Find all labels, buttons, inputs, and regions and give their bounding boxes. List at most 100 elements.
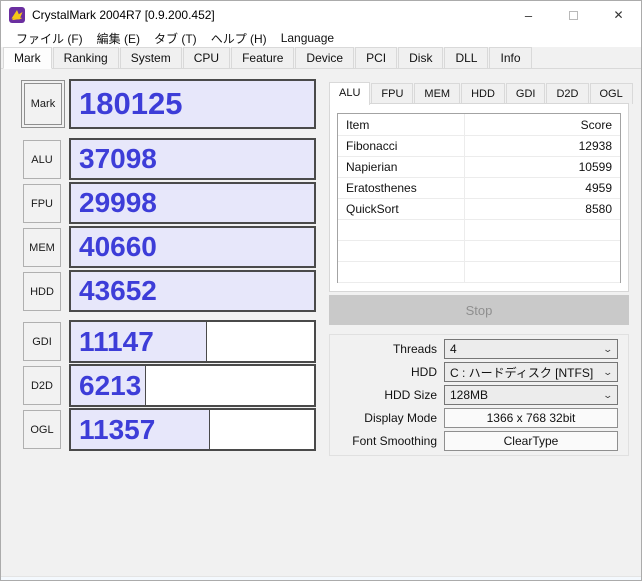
threads-row: Threads 4 ⌄: [332, 339, 618, 359]
table-row-empty: [338, 262, 620, 283]
threads-label: Threads: [392, 342, 437, 356]
tab-ranking[interactable]: Ranking: [52, 47, 119, 68]
detail-tab-strip: ALU FPU MEM HDD GDI D2D OGL: [329, 81, 634, 105]
detail-tab-ogl[interactable]: OGL: [589, 83, 633, 104]
table-row: QuickSort 8580: [338, 199, 620, 220]
score-box-alu: 37098: [69, 138, 316, 180]
tab-feature[interactable]: Feature: [231, 47, 295, 68]
score-box-d2d: 6213: [69, 364, 316, 407]
hdd-size-select[interactable]: 128MB ⌄: [444, 385, 618, 405]
score-box-hdd: 43652: [69, 270, 316, 312]
maximize-icon[interactable]: [551, 1, 596, 29]
tab-device[interactable]: Device: [295, 47, 355, 68]
close-icon[interactable]: ✕: [596, 1, 641, 29]
run-gdi-button[interactable]: GDI: [23, 322, 61, 361]
tab-pci[interactable]: PCI: [355, 47, 398, 68]
hdd-select[interactable]: C : ハードディスク [NTFS] ⌄: [444, 362, 618, 382]
tab-disk[interactable]: Disk: [398, 47, 444, 68]
settings-panel: Threads 4 ⌄ HDD C : ハードディスク [NTFS] ⌄ HDD…: [329, 334, 629, 456]
chevron-down-icon: ⌄: [602, 343, 614, 354]
result-table: Item Score Fibonacci 12938 Napierian 105…: [337, 113, 621, 283]
menu-help[interactable]: ヘルプ (H): [204, 30, 274, 47]
score-box-mark: 180125: [69, 79, 316, 129]
table-row-empty: [338, 220, 620, 241]
table-cell-item: Napierian: [338, 157, 465, 177]
hdd-size-row: HDD Size 128MB ⌄: [332, 385, 618, 405]
tab-mark[interactable]: Mark: [3, 47, 52, 69]
run-alu-button[interactable]: ALU: [23, 140, 61, 179]
score-value-alu: 37098: [79, 143, 157, 174]
window-title: CrystalMark 2004R7 [0.9.200.452]: [32, 8, 215, 22]
score-value-fpu: 29998: [79, 187, 157, 218]
table-row-empty: [338, 241, 620, 262]
hdd-label: HDD: [411, 365, 437, 379]
hdd-size-value: 128MB: [450, 388, 489, 402]
score-box-mem: 40660: [69, 226, 316, 268]
detail-tab-fpu[interactable]: FPU: [371, 83, 414, 104]
detail-tab-alu[interactable]: ALU: [329, 82, 371, 105]
run-ogl-button[interactable]: OGL: [23, 410, 61, 449]
detail-tab-d2d[interactable]: D2D: [546, 83, 589, 104]
run-d2d-button[interactable]: D2D: [23, 366, 61, 405]
table-row: Eratosthenes 4959: [338, 178, 620, 199]
run-fpu-button[interactable]: FPU: [23, 184, 61, 223]
window-controls: – ✕: [506, 1, 641, 29]
run-mark-button-label: Mark: [24, 83, 62, 125]
detail-tab-hdd[interactable]: HDD: [461, 83, 505, 104]
column-header-score: Score: [580, 117, 612, 132]
display-mode-label: Display Mode: [364, 411, 437, 425]
font-smoothing-row: Font Smoothing ClearType: [332, 431, 618, 451]
tab-info[interactable]: Info: [489, 47, 532, 68]
chevron-down-icon: ⌄: [602, 366, 614, 377]
run-hdd-button[interactable]: HDD: [23, 272, 61, 311]
menu-language[interactable]: Language: [274, 31, 341, 45]
table-row: Fibonacci 12938: [338, 136, 620, 157]
app-window: CrystalMark 2004R7 [0.9.200.452] – ✕ ファイ…: [0, 0, 642, 581]
table-cell-score: 4959: [585, 181, 612, 195]
table-cell-item: Eratosthenes: [338, 178, 465, 198]
table-cell-score: 12938: [578, 139, 612, 153]
menu-tab[interactable]: タブ (T): [147, 30, 204, 47]
table-row: Napierian 10599: [338, 157, 620, 178]
tab-system[interactable]: System: [119, 47, 182, 68]
font-smoothing-value: ClearType: [444, 431, 618, 451]
tab-dll[interactable]: DLL: [444, 47, 489, 68]
menu-edit[interactable]: 編集 (E): [90, 30, 147, 47]
score-value-d2d: 6213: [79, 369, 142, 401]
window-bottom-edge: [1, 576, 641, 580]
display-mode-value: 1366 x 768 32bit: [444, 408, 618, 428]
table-cell-item: Fibonacci: [338, 136, 465, 156]
score-value-mark: 180125: [79, 86, 183, 121]
minimize-icon[interactable]: –: [506, 1, 551, 29]
font-smoothing-label: Font Smoothing: [352, 434, 437, 448]
run-mark-button[interactable]: Mark: [21, 80, 65, 128]
table-cell-score: 8580: [585, 202, 612, 216]
menu-bar: ファイル (F) 編集 (E) タブ (T) ヘルプ (H) Language: [1, 29, 641, 47]
score-value-hdd: 43652: [79, 275, 157, 306]
threads-select[interactable]: 4 ⌄: [444, 339, 618, 359]
hdd-row: HDD C : ハードディスク [NTFS] ⌄: [332, 362, 618, 382]
stop-button[interactable]: Stop: [329, 295, 629, 325]
detail-tab-mem[interactable]: MEM: [414, 83, 461, 104]
display-mode-row: Display Mode 1366 x 768 32bit: [332, 408, 618, 428]
menu-file[interactable]: ファイル (F): [9, 30, 90, 47]
table-header-row: Item Score: [338, 114, 620, 136]
score-box-fpu: 29998: [69, 182, 316, 224]
table-cell-item: QuickSort: [338, 199, 465, 219]
app-icon: [9, 7, 25, 23]
score-box-gdi: 11147: [69, 320, 316, 363]
tab-cpu[interactable]: CPU: [182, 47, 231, 68]
score-value-gdi: 11147: [79, 325, 154, 357]
hdd-size-label: HDD Size: [384, 388, 437, 402]
score-box-ogl: 11357: [69, 408, 316, 451]
hdd-value: C : ハードディスク [NTFS]: [450, 365, 594, 380]
main-tab-strip: Mark Ranking System CPU Feature Device P…: [1, 47, 641, 69]
detail-tab-gdi[interactable]: GDI: [505, 83, 546, 104]
column-header-item: Item: [338, 114, 465, 135]
score-value-ogl: 11357: [79, 413, 156, 445]
threads-value: 4: [450, 342, 457, 356]
table-cell-score: 10599: [578, 160, 612, 174]
title-bar: CrystalMark 2004R7 [0.9.200.452] – ✕: [1, 1, 641, 29]
chevron-down-icon: ⌄: [602, 389, 614, 400]
run-mem-button[interactable]: MEM: [23, 228, 61, 267]
